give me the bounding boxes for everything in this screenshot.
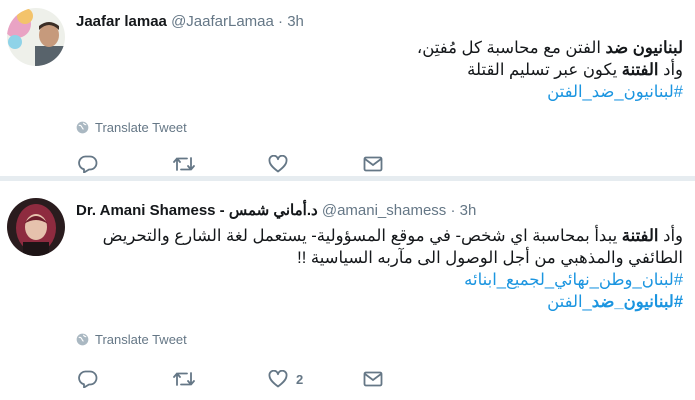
text-segment: يبدأ بمحاسبة اي شخص- في موقع المسؤولية- … — [102, 227, 622, 245]
translate-label: Translate Tweet — [95, 332, 187, 347]
author-handle[interactable]: @JaafarLamaa — [171, 13, 274, 30]
text-segment: الفتن مع محاسبة كل مُفتِن، — [416, 39, 606, 57]
translate-tweet[interactable]: Translate Tweet — [76, 332, 187, 347]
hashtag-link[interactable]: #لبنان_وطن_نهائي_لجميع_ابنائه — [73, 269, 683, 291]
tweet-text: لبنانيون ضد الفتن مع محاسبة كل مُفتِن، و… — [73, 37, 683, 103]
dm-button[interactable] — [363, 156, 458, 172]
text-segment: يكون عبر تسليم القتلة — [467, 61, 622, 79]
avatar[interactable] — [7, 198, 65, 256]
timestamp[interactable]: 3h — [287, 13, 304, 30]
like-button[interactable] — [268, 155, 363, 173]
tweet-line: وأد الفتنة يكون عبر تسليم القتلة — [73, 59, 683, 81]
tweet-text: وأد الفتنة يبدأ بمحاسبة اي شخص- في موقع … — [73, 225, 683, 313]
reply-button[interactable] — [78, 155, 173, 173]
globe-icon — [76, 333, 89, 346]
author-name[interactable]: Dr. Amani Shamess - د.أماني شمس — [76, 202, 318, 219]
bold-text: #لبنانيون_ضد — [591, 293, 683, 311]
bold-text: الفتنة — [621, 61, 659, 79]
tweet-actions: 2 — [78, 370, 458, 388]
retweet-icon — [173, 157, 195, 171]
globe-icon — [76, 121, 89, 134]
tweet-line: لبنانيون ضد الفتن مع محاسبة كل مُفتِن، — [73, 37, 683, 59]
separator-dot: · — [278, 13, 284, 30]
tweet-line: وأد الفتنة يبدأ بمحاسبة اي شخص- في موقع … — [73, 225, 683, 247]
retweet-icon — [173, 372, 195, 386]
reply-icon — [78, 155, 98, 173]
like-icon — [268, 370, 288, 388]
text-segment: وأد — [658, 227, 683, 245]
dm-button[interactable] — [363, 371, 458, 387]
hashtag-link[interactable]: #لبنانيون_ضد_الفتن — [73, 291, 683, 313]
bold-text: لبنانيون ضد — [605, 39, 683, 57]
retweet-button[interactable] — [173, 370, 268, 388]
retweet-button[interactable] — [173, 155, 268, 173]
reply-icon — [78, 370, 98, 388]
author-name[interactable]: Jaafar lamaa — [76, 13, 167, 30]
hashtag-link[interactable]: #لبنانيون_ضد_الفتن — [73, 81, 683, 103]
like-button[interactable]: 2 — [268, 370, 363, 388]
tweet[interactable]: Jaafar lamaa @JaafarLamaa · 3h لبنانيون … — [0, 0, 695, 176]
tweet-line: الطائفي والمذهبي من أجل الوصول الى مآربه… — [297, 249, 683, 267]
author-handle[interactable]: @amani_shamess — [322, 202, 446, 219]
translate-tweet[interactable]: Translate Tweet — [76, 120, 187, 135]
timestamp[interactable]: 3h — [460, 202, 477, 219]
tweet-actions — [78, 155, 458, 173]
bold-text: الفتنة — [621, 227, 659, 245]
tweet-header: Dr. Amani Shamess - د.أماني شمس @amani_s… — [76, 201, 476, 219]
tweet[interactable]: Dr. Amani Shamess - د.أماني شمس @amani_s… — [0, 181, 695, 400]
translate-label: Translate Tweet — [95, 120, 187, 135]
tweet-header: Jaafar lamaa @JaafarLamaa · 3h — [76, 13, 304, 30]
dm-icon — [363, 156, 383, 172]
like-count: 2 — [296, 371, 304, 387]
like-icon — [268, 155, 288, 173]
text-segment: _الفتن — [547, 293, 592, 311]
text-segment: وأد — [658, 61, 683, 79]
reply-button[interactable] — [78, 370, 173, 388]
separator-dot: · — [450, 202, 456, 219]
avatar[interactable] — [7, 8, 65, 66]
dm-icon — [363, 371, 383, 387]
